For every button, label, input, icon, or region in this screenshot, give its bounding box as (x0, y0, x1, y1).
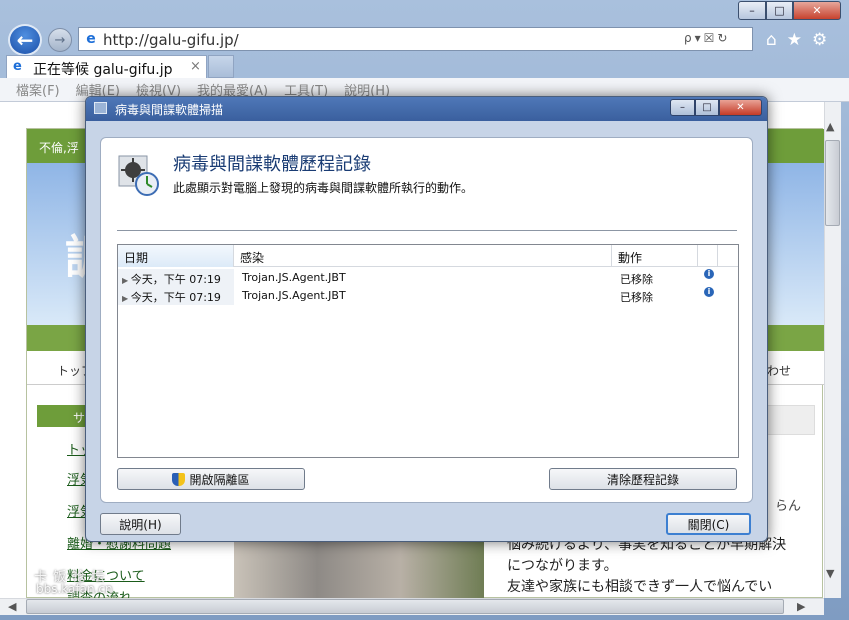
divider (117, 230, 737, 231)
uac-shield-icon (172, 472, 186, 486)
dialog-title: 病毒與間諜軟體掃描 (115, 103, 224, 117)
address-bar[interactable]: e http://galu-gifu.jp/ ρ▾☒↻ (78, 27, 753, 51)
list-header: 日期 感染 動作 (118, 245, 738, 267)
open-quarantine-label: 開啟隔離區 (189, 472, 250, 487)
dialog-titlebar[interactable]: 病毒與間諜軟體掃描 – □ ✕ (86, 97, 767, 121)
info-icon[interactable]: i (704, 287, 714, 297)
window-close-button[interactable]: ✕ (793, 1, 841, 20)
people-photo (234, 542, 484, 602)
help-button[interactable]: 說明(H) (100, 513, 181, 535)
gear-icon[interactable]: ⚙ (812, 30, 827, 50)
virus-scan-dialog: 病毒與間諜軟體掃描 – □ ✕ 病毒與間諜軟體歷程記錄 此處顯示對電腦上發現的病… (85, 96, 768, 542)
dialog-minimize-button[interactable]: – (670, 99, 695, 116)
vertical-scroll-thumb[interactable] (825, 140, 840, 226)
expand-triangle-icon[interactable]: ▶ (122, 294, 131, 303)
command-icons: ⌂ ★ ⚙ (766, 30, 836, 50)
virus-history-clock-icon (118, 155, 159, 196)
new-tab-button[interactable] (208, 55, 234, 78)
table-row[interactable]: ▶ 今天，下午 07:19 Trojan.JS.Agent.JBT 已移除 i (118, 287, 738, 305)
body-line: につながります。 (507, 558, 618, 574)
dialog-close-x-button[interactable]: ✕ (719, 99, 762, 116)
ie-logo-icon: e (86, 31, 96, 47)
search-refresh-icons[interactable]: ρ▾☒↻ (684, 31, 730, 45)
open-quarantine-button[interactable]: 開啟隔離區 (117, 468, 305, 490)
app-window-icon (94, 102, 107, 114)
row-action: 已移除 (620, 273, 653, 286)
panel-heading: 病毒與間諜軟體歷程記錄 (173, 154, 371, 175)
scroll-down-icon[interactable]: ▼ (826, 567, 834, 580)
dialog-maximize-button[interactable]: □ (695, 99, 719, 116)
scroll-right-icon[interactable]: ▶ (797, 600, 805, 613)
row-infection: Trojan.JS.Agent.JBT (242, 289, 346, 302)
scroll-left-icon[interactable]: ◀ (8, 600, 16, 613)
side-box (765, 405, 815, 435)
back-arrow-icon: ← (16, 28, 34, 52)
tab-title: 正在等候 galu-gifu.jp (33, 62, 173, 78)
forward-button[interactable]: → (48, 28, 72, 52)
column-header-date[interactable]: 日期 (118, 245, 234, 267)
text-fragment: らん (775, 499, 802, 514)
browser-tab[interactable]: e 正在等候 galu-gifu.jp × (6, 55, 207, 78)
table-row[interactable]: ▶ 今天，下午 07:19 Trojan.JS.Agent.JBT 已移除 i (118, 269, 738, 287)
row-infection: Trojan.JS.Agent.JBT (242, 271, 346, 284)
nav-contact-link[interactable]: わせ (767, 362, 791, 379)
home-icon[interactable]: ⌂ (766, 30, 777, 50)
horizontal-scroll-thumb[interactable] (26, 599, 784, 614)
ie-logo-icon: e (13, 59, 22, 74)
window-maximize-button[interactable]: □ (766, 1, 793, 20)
expand-triangle-icon[interactable]: ▶ (122, 276, 131, 285)
row-action: 已移除 (620, 291, 653, 304)
back-button[interactable]: ← (8, 24, 42, 56)
window-minimize-button[interactable]: – (738, 1, 766, 20)
watermark-url: bbs.kafan.cn (36, 582, 113, 596)
close-button[interactable]: 關閉(C) (666, 513, 751, 535)
history-panel: 病毒與間諜軟體歷程記錄 此處顯示對電腦上發現的病毒與間諜軟體所執行的動作。 日期… (100, 137, 753, 503)
row-date: ▶ 今天，下午 07:19 (118, 287, 234, 305)
tab-close-icon[interactable]: × (190, 59, 201, 74)
column-header-infection[interactable]: 感染 (234, 245, 612, 267)
row-date: ▶ 今天，下午 07:19 (118, 269, 234, 287)
favorites-star-icon[interactable]: ★ (787, 30, 802, 50)
column-header-extra[interactable] (698, 245, 718, 267)
window-controls: – □ ✕ (738, 1, 843, 21)
scroll-up-icon[interactable]: ▲ (826, 120, 834, 133)
body-line: 友達や家族にも相談できず一人で悩んでい (507, 579, 773, 595)
panel-description: 此處顯示對電腦上發現的病毒與間諜軟體所執行的動作。 (173, 181, 474, 195)
info-icon[interactable]: i (704, 269, 714, 279)
dialog-controls: – □ ✕ (670, 99, 762, 116)
menu-file[interactable]: 檔案(F) (16, 80, 60, 99)
url-text[interactable]: http://galu-gifu.jp/ (103, 31, 239, 49)
history-list[interactable]: 日期 感染 動作 ▶ 今天，下午 07:19 Trojan.JS.Agent.J… (117, 244, 739, 458)
clear-history-button[interactable]: 清除歷程記錄 (549, 468, 737, 490)
forward-arrow-icon: → (54, 32, 66, 48)
column-header-action[interactable]: 動作 (612, 245, 698, 267)
